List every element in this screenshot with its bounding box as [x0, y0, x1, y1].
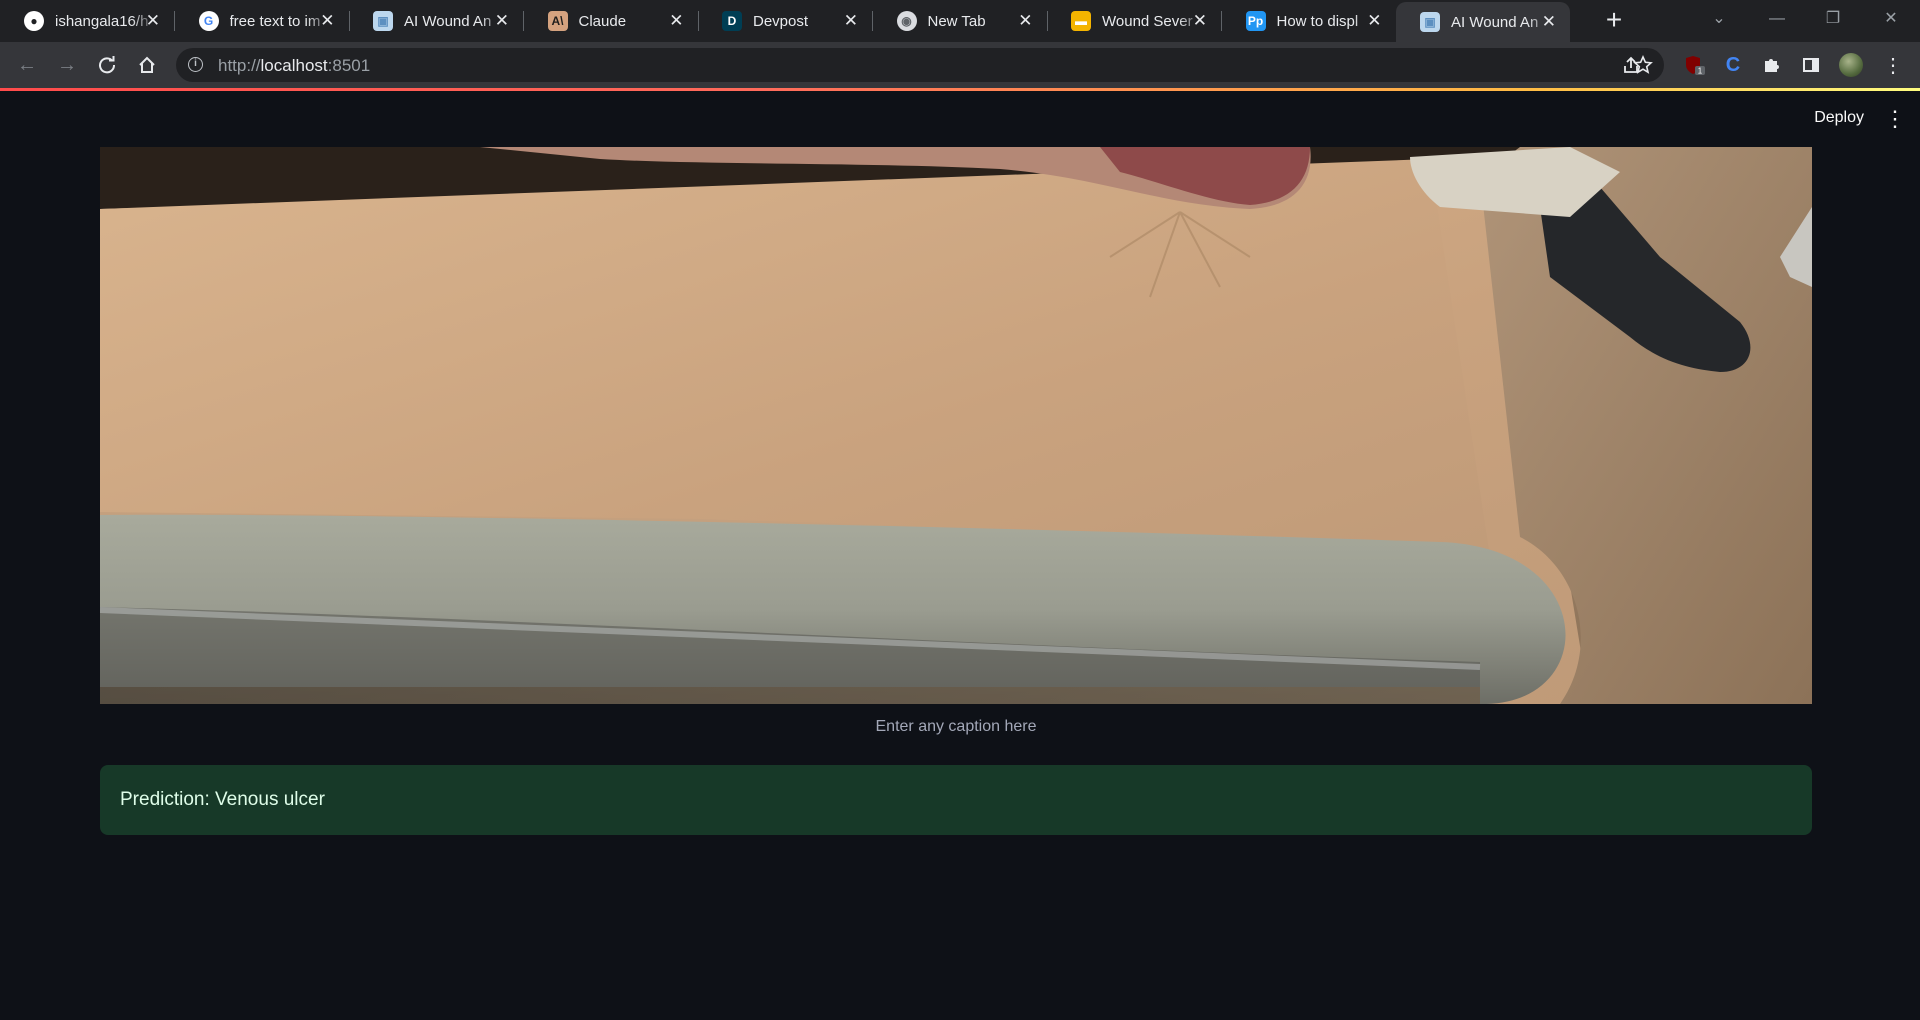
google-icon: G: [198, 11, 219, 31]
browser-tab[interactable]: Gfree text to im ✕: [175, 0, 349, 42]
tab-title: ishangala16/h: [55, 12, 149, 30]
tab-close-icon[interactable]: ✕: [1193, 11, 1207, 31]
chrome-icon: ◉: [896, 11, 917, 31]
home-icon[interactable]: [132, 50, 162, 80]
anthropic-icon: A\: [547, 11, 568, 31]
tab-close-icon[interactable]: ✕: [495, 11, 509, 31]
address-url[interactable]: http://localhost:8501: [218, 56, 370, 76]
reload-icon[interactable]: [92, 50, 122, 80]
browser-menu-kebab-icon[interactable]: ⋮: [1878, 50, 1908, 80]
tab-title: How to displ: [1276, 12, 1359, 30]
cube-icon: ▣: [1420, 12, 1440, 32]
tab-close-icon[interactable]: ✕: [669, 11, 683, 31]
browser-tab[interactable]: A\ Claude ✕: [524, 0, 698, 42]
tab-close-icon[interactable]: ✕: [1367, 11, 1381, 31]
tab-close-icon[interactable]: ✕: [1542, 12, 1556, 32]
side-panel-icon[interactable]: [1796, 50, 1826, 80]
browser-toolbar: ← → i http://localhost:8501 1 C ⋮: [0, 42, 1920, 88]
tab-close-icon[interactable]: ✕: [320, 11, 334, 31]
prediction-success-alert: Prediction: Venous ulcer: [100, 765, 1812, 835]
tab-title: Devpost: [753, 12, 809, 30]
github-icon: ●: [24, 11, 44, 31]
tab-title: AI Wound An: [404, 12, 492, 30]
browser-tab[interactable]: ◉ New Tab ✕: [873, 0, 1047, 42]
tab-title: Wound Sever: [1102, 12, 1193, 30]
tab-title: New Tab: [927, 12, 986, 30]
tab-close-icon[interactable]: ✕: [844, 11, 858, 31]
tab-title: AI Wound An: [1451, 13, 1539, 31]
deploy-button[interactable]: Deploy: [1814, 109, 1864, 127]
browser-tab[interactable]: ▣ AI Wound An ✕: [1396, 2, 1570, 42]
restore-button[interactable]: ❐: [1808, 0, 1858, 40]
app-menu-kebab-icon[interactable]: ⋮: [1884, 105, 1906, 133]
wound-photo: [100, 147, 1812, 704]
tab-search-chevron-icon[interactable]: ⌄: [1694, 0, 1744, 40]
ublock-extension-icon[interactable]: 1: [1680, 50, 1710, 80]
extensions-puzzle-icon[interactable]: [1756, 50, 1786, 80]
tab-close-icon[interactable]: ✕: [1018, 11, 1032, 31]
forward-arrow-icon[interactable]: →: [52, 50, 82, 80]
profile-avatar[interactable]: [1836, 50, 1866, 80]
bookmark-star-icon[interactable]: [1628, 50, 1658, 80]
c-extension-icon[interactable]: C: [1718, 50, 1748, 80]
browser-tab[interactable]: D Devpost ✕: [698, 0, 872, 42]
pp-icon: Pp: [1245, 11, 1266, 31]
browser-tab-strip: ● ishangala16/h ✕ Gfree text to im ✕ ▣ AI Woun…: [0, 0, 1920, 42]
back-arrow-icon[interactable]: ←: [12, 50, 42, 80]
tab-close-icon[interactable]: ✕: [146, 11, 160, 31]
extension-badge-count: 1: [1698, 67, 1703, 76]
devpost-icon: D: [722, 11, 742, 31]
close-window-button[interactable]: ✕: [1866, 0, 1916, 40]
tab-title: free text to im: [229, 12, 321, 30]
image-caption: Enter any caption here: [875, 718, 1037, 735]
browser-tab[interactable]: Pp How to displ ✕: [1222, 0, 1396, 42]
cube-icon: ▣: [373, 11, 393, 31]
new-tab-button[interactable]: +: [1598, 5, 1630, 37]
site-info-icon[interactable]: i: [188, 57, 203, 72]
app-header: Deploy ⋮: [0, 91, 1920, 149]
browser-tab[interactable]: ● ishangala16/h ✕: [0, 0, 174, 42]
tab-title: Claude: [578, 12, 627, 30]
prediction-text: Prediction: Venous ulcer: [120, 789, 325, 810]
minimize-button[interactable]: —: [1752, 0, 1802, 40]
address-bar[interactable]: i http://localhost:8501: [176, 48, 1664, 82]
slides-icon: ▬: [1071, 11, 1091, 31]
browser-tab[interactable]: ▬ Wound Sever ✕: [1047, 0, 1221, 42]
browser-tab[interactable]: ▣ AI Wound An ✕: [349, 0, 523, 42]
